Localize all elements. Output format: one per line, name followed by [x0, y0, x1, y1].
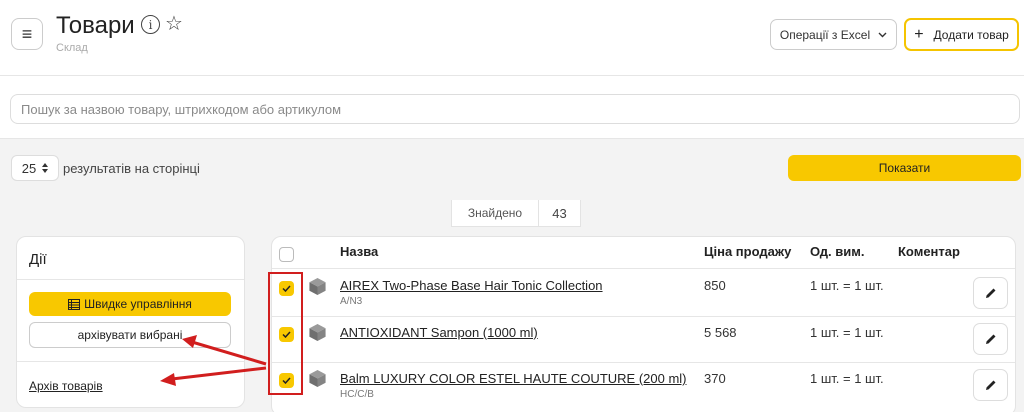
pencil-icon [985, 288, 995, 298]
divider [272, 316, 1015, 317]
found-counter: Знайдено 43 [451, 200, 581, 227]
divider [272, 268, 1015, 269]
menu-button[interactable]: ≡ [11, 18, 43, 50]
product-name-link[interactable]: Balm LUXURY COLOR ESTEL HAUTE COUTURE (2… [340, 371, 687, 386]
per-page-value: 25 [21, 160, 37, 176]
actions-title: Дії [29, 251, 47, 268]
found-count: 43 [552, 205, 567, 221]
product-price: 370 [704, 371, 726, 386]
column-header-name[interactable]: Назва [340, 244, 378, 259]
product-unit: 1 шт. = 1 шт. [810, 325, 884, 340]
archive-link[interactable]: Архів товарів [29, 379, 103, 393]
sort-arrows-icon [42, 163, 49, 173]
hamburger-icon: ≡ [21, 23, 33, 44]
product-price: 5 568 [704, 325, 737, 340]
product-name-link[interactable]: AIREX Two-Phase Base Hair Tonic Collecti… [340, 278, 603, 293]
edit-button[interactable] [973, 323, 1008, 355]
per-page-select[interactable]: 25 [11, 155, 59, 181]
divider [17, 279, 244, 280]
info-icon[interactable]: i [141, 15, 160, 34]
pencil-icon [985, 334, 995, 344]
product-unit: 1 шт. = 1 шт. [810, 371, 884, 386]
product-code: HC/C/B [340, 389, 374, 400]
excel-operations-label: Операції з Excel [779, 27, 871, 42]
product-name-link[interactable]: ANTIOXIDANT Sampon (1000 ml) [340, 325, 538, 340]
divider [17, 361, 244, 362]
excel-operations-button[interactable]: Операції з Excel [770, 19, 897, 50]
page-title: Товари [56, 12, 135, 39]
box-icon [309, 323, 326, 342]
add-product-label: Додати товар [933, 27, 1009, 42]
edit-button[interactable] [973, 277, 1008, 309]
quick-manage-button[interactable]: Швидке управління [29, 292, 231, 316]
page-subtitle: Склад [56, 42, 88, 54]
list-icon [68, 298, 81, 310]
edit-button[interactable] [973, 369, 1008, 401]
add-product-button[interactable]: + Додати товар [904, 18, 1019, 51]
chevron-down-icon [878, 32, 887, 37]
column-header-price[interactable]: Ціна продажу [704, 244, 791, 259]
archive-selected-button[interactable]: архівувати вибрані [29, 322, 231, 348]
column-header-comment[interactable]: Коментар [898, 244, 960, 259]
annotation-highlight-box [268, 272, 303, 395]
found-label: Знайдено [452, 200, 539, 226]
box-icon [309, 369, 326, 388]
select-all-checkbox[interactable] [279, 247, 294, 262]
product-price: 850 [704, 278, 726, 293]
plus-icon: + [914, 25, 924, 43]
show-button[interactable]: Показати [788, 155, 1021, 181]
column-header-unit[interactable]: Од. вим. [810, 244, 864, 259]
product-unit: 1 шт. = 1 шт. [810, 278, 884, 293]
search-input[interactable] [10, 94, 1020, 124]
star-icon[interactable]: ☆ [165, 12, 183, 36]
quick-manage-label: Швидке управління [84, 297, 192, 311]
divider [272, 362, 1015, 363]
box-icon [309, 277, 326, 296]
product-code: A/N3 [340, 296, 363, 307]
per-page-label: результатів на сторінці [63, 161, 200, 176]
pencil-icon [985, 380, 995, 390]
